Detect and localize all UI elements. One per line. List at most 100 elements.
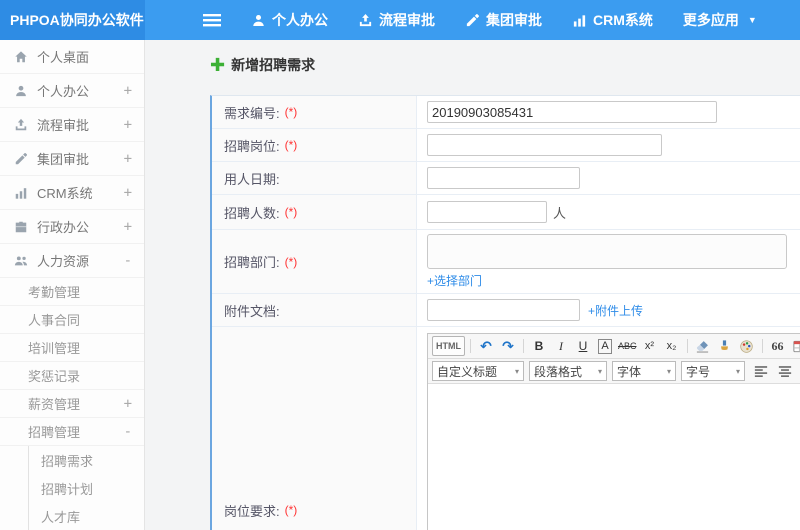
attachment-input[interactable] [427, 299, 580, 321]
field-label: 招聘人数: [224, 205, 280, 221]
rich-text-editor: HTML ↶ ↷ B I U A ABC x² x₂ 66 自定义标题 ▾ 段落… [427, 333, 800, 530]
demand-no-input[interactable] [427, 101, 717, 123]
flow-icon [14, 118, 28, 132]
insert-table-button[interactable] [790, 336, 800, 356]
align-left-icon [754, 364, 768, 378]
italic-button[interactable]: I [551, 336, 571, 356]
superscript-button[interactable]: x² [640, 336, 660, 356]
field-label: 招聘部门: [224, 255, 280, 270]
caret-down-icon: ▾ [666, 366, 671, 376]
add-icon: ✚ [210, 55, 226, 75]
align-center-icon [778, 364, 792, 378]
sidebar-item-recruit-demand[interactable]: 招聘需求 [29, 446, 144, 474]
sidebar-item-salary[interactable]: 薪资管理 + [0, 390, 144, 418]
sidebar-item-recruitment[interactable]: 招聘管理 - [0, 418, 144, 446]
caret-down-icon: ▾ [735, 366, 740, 376]
people-icon [14, 254, 28, 268]
field-label: 岗位要求: [224, 503, 280, 519]
expand-indicator: + [123, 395, 132, 412]
sidebar-item-recruit-plan[interactable]: 招聘计划 [29, 474, 144, 502]
expand-indicator: + [123, 184, 132, 201]
font-size-select[interactable]: 字号 ▾ [681, 361, 745, 381]
main-content: ✚ 新增招聘需求 需求编号: (*) 招聘岗位: (*) 用人日期: 招聘人数: (*… [145, 40, 800, 530]
toolbar-separator [761, 339, 763, 353]
editor-content[interactable] [428, 384, 800, 530]
hamburger-button[interactable] [203, 13, 221, 27]
nav-group-approval[interactable]: 集团审批 [465, 10, 542, 30]
eraser-icon [695, 339, 710, 354]
redo-button[interactable]: ↷ [498, 336, 518, 356]
sidebar-item-reward-punishment[interactable]: 奖惩记录 [0, 362, 144, 390]
sidebar-item-training[interactable]: 培训管理 [0, 334, 144, 362]
subscript-button[interactable]: x₂ [662, 336, 682, 356]
sidebar-item-personal-desktop[interactable]: 个人桌面 [0, 40, 144, 74]
form-row-hire-date: 用人日期: [212, 162, 800, 195]
expand-indicator: + [123, 116, 132, 133]
undo-button[interactable]: ↶ [476, 336, 496, 356]
strikethrough-button[interactable]: ABC [617, 336, 638, 356]
palette-icon [739, 339, 754, 354]
required-mark: (*) [284, 138, 298, 152]
caret-down-icon: ▾ [514, 366, 519, 376]
sidebar-item-personal-office[interactable]: 个人办公 + [0, 74, 144, 108]
expand-indicator: - [123, 252, 132, 269]
required-mark: (*) [284, 254, 298, 269]
position-input[interactable] [427, 134, 662, 156]
required-mark: (*) [284, 205, 298, 219]
nav-workflow-approval[interactable]: 流程审批 [358, 10, 435, 30]
form-row-department: 招聘部门: (*) +选择部门 [212, 230, 800, 294]
flow-icon [358, 13, 373, 28]
field-label: 附件文档: [224, 303, 280, 319]
sidebar-item-attendance[interactable]: 考勤管理 [0, 278, 144, 306]
department-textarea[interactable] [427, 234, 787, 269]
underline-button[interactable]: U [573, 336, 593, 356]
app-logo: PHPOA协同办公软件 [0, 0, 145, 40]
select-department-link[interactable]: +选择部门 [427, 272, 482, 289]
palette-button[interactable] [737, 336, 757, 356]
edit-icon [465, 13, 480, 28]
sidebar-item-workflow-approval[interactable]: 流程审批 + [0, 108, 144, 142]
brush-icon [717, 339, 732, 354]
custom-title-select[interactable]: 自定义标题 ▾ [432, 361, 524, 381]
sidebar-item-talent-pool[interactable]: 人才库 [29, 502, 144, 530]
field-label: 需求编号: [224, 105, 280, 121]
nav-more-apps[interactable]: 更多应用 ▼ [683, 10, 757, 30]
html-source-button[interactable]: HTML [432, 336, 465, 356]
form-row-position: 招聘岗位: (*) [212, 129, 800, 162]
headcount-input[interactable] [427, 201, 547, 223]
bold-button[interactable]: B [529, 336, 549, 356]
sidebar-item-human-resources[interactable]: 人力资源 - [0, 244, 144, 278]
nav-personal-office[interactable]: 个人办公 [251, 10, 328, 30]
top-header: PHPOA协同办公软件 个人办公 流程审批 集团审批 CRM系统 更多应用 ▼ [0, 0, 800, 40]
align-left-button[interactable] [750, 361, 772, 381]
align-center-button[interactable] [774, 361, 796, 381]
sidebar-item-hr-contract[interactable]: 人事合同 [0, 306, 144, 334]
home-icon [14, 50, 28, 64]
char-border-button[interactable]: A [595, 336, 615, 356]
nav-crm-system[interactable]: CRM系统 [572, 10, 653, 30]
expand-indicator: + [123, 150, 132, 167]
sidebar-item-admin-office[interactable]: 行政办公 + [0, 210, 144, 244]
caret-down-icon: ▾ [597, 366, 602, 376]
sidebar-item-group-approval[interactable]: 集团审批 + [0, 142, 144, 176]
expand-indicator: + [123, 218, 132, 235]
page-title: ✚ 新增招聘需求 [210, 55, 316, 75]
required-mark: (*) [284, 105, 298, 119]
editor-toolbar-row2: 自定义标题 ▾ 段落格式 ▾ 字体 ▾ 字号 ▾ [428, 359, 800, 384]
paragraph-format-select[interactable]: 段落格式 ▾ [529, 361, 607, 381]
blockquote-button[interactable]: 66 [768, 336, 788, 356]
attachment-upload-link[interactable]: +附件上传 [588, 302, 643, 319]
chart-icon [14, 186, 28, 200]
headcount-unit: 人 [553, 205, 567, 221]
form-row-requirement: 岗位要求: (*) HTML ↶ ↷ B I U A ABC x² x₂ 66 … [212, 327, 800, 530]
recruitment-submenu: 招聘需求 招聘计划 人才库 [28, 446, 144, 530]
toolbar-separator [686, 339, 688, 353]
sidebar-item-crm-system[interactable]: CRM系统 + [0, 176, 144, 210]
caret-down-icon: ▼ [747, 15, 757, 25]
field-label: 招聘岗位: [224, 138, 280, 154]
expand-indicator: - [123, 423, 132, 440]
clear-format-button[interactable] [693, 336, 713, 356]
hire-date-input[interactable] [427, 167, 580, 189]
font-family-select[interactable]: 字体 ▾ [612, 361, 676, 381]
paint-format-button[interactable] [715, 336, 735, 356]
